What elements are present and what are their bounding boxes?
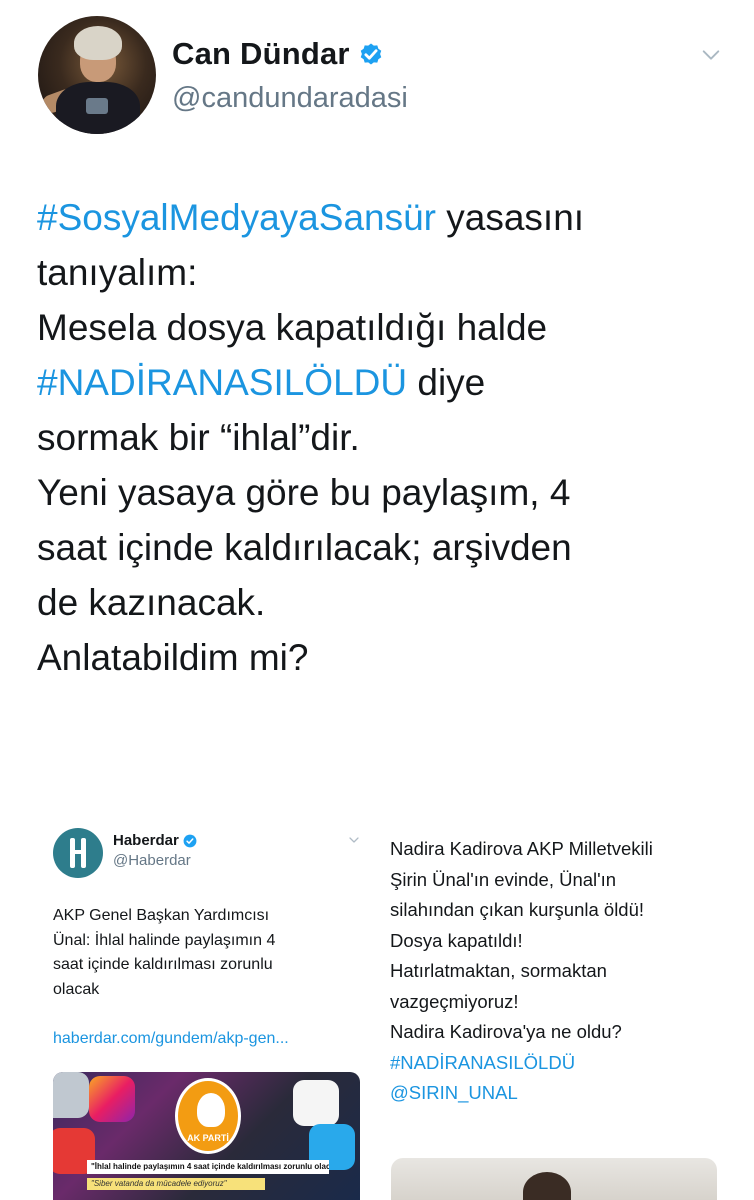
- tweet-text-segment: diye: [407, 362, 486, 403]
- right-card-text: Nadira Kadirova AKP Milletvekili Şirin Ü…: [390, 834, 715, 1109]
- embed-handle: @Haberdar: [113, 852, 191, 869]
- card-text-line: vazgeçmiyoruz!: [390, 990, 519, 1012]
- media-text-card[interactable]: Nadira Kadirova AKP Milletvekili Şirin Ü…: [383, 808, 718, 1200]
- tweet-text-line: sormak bir “ihlal”dir.: [37, 410, 727, 465]
- tweet-text-line: saat içinde kaldırılacak; arşivden: [37, 520, 727, 575]
- tweet-text-segment: Anlatabildim mi?: [37, 637, 309, 678]
- tweet-media-grid: Haberdar @Haberdar AKP Genel Başkan Yard…: [38, 808, 718, 1200]
- ak-parti-logo-label: AK PARTİ: [187, 1133, 229, 1143]
- embed-link: haberdar.com/gundem/akp-gen...: [53, 1030, 289, 1047]
- tweet-text-line: tanıyalım:: [37, 245, 727, 300]
- tweet-text-segment: sormak bir “ihlal”dir.: [37, 417, 360, 458]
- card-text-line: Hatırlatmaktan, sormaktan: [390, 960, 607, 981]
- verified-badge-icon: [183, 834, 197, 847]
- embed-text-line: saat içinde kaldırılması zorunlu: [53, 956, 273, 973]
- image-caption-banner: "İhlal halinde paylaşımın 4 saat içinde …: [87, 1160, 329, 1174]
- card-text-line: silahından çıkan kurşunla öldü!: [390, 899, 645, 920]
- card-text-line: Şirin Ünal'ın evinde, Ünal'ın: [390, 868, 617, 890]
- author-display-name[interactable]: Can Dündar: [172, 36, 350, 72]
- ak-parti-logo: AK PARTİ: [175, 1078, 241, 1154]
- author-avatar[interactable]: [38, 16, 156, 134]
- embed-display-name: Haberdar: [113, 832, 179, 849]
- image-caption-banner: "Siber vatanda da mücadele ediyoruz": [87, 1178, 265, 1190]
- embed-text-line: AKP Genel Başkan Yardımcısı: [53, 907, 270, 924]
- embed-news-image: AK PARTİ "İhlal halinde paylaşımın 4 saa…: [53, 1072, 360, 1200]
- author-handle[interactable]: @candundaradasi: [172, 82, 408, 115]
- tweet-text-line: de kazınacak.: [37, 575, 727, 630]
- embed-text-line: olacak: [53, 980, 100, 998]
- tweet-header: Can Dündar @candundaradasi: [38, 14, 728, 136]
- tweet-text-segment: de kazınacak.: [37, 582, 266, 623]
- lightbulb-icon: [197, 1093, 225, 1127]
- hashtag-link[interactable]: #NADİRANASILÖLDÜ: [37, 362, 407, 403]
- card-text-line: Nadira Kadirova AKP Milletvekili: [390, 838, 653, 859]
- embed-text-line: Ünal: İhlal halinde paylaşımın 4: [53, 931, 276, 949]
- tweet-text-line: Anlatabildim mi?: [37, 630, 727, 685]
- tweet-text-segment: tanıyalım:: [37, 252, 198, 293]
- tweet-text-segment: yasasını: [436, 197, 585, 238]
- author-name-row: Can Dündar: [172, 36, 385, 72]
- tweet-text-line: Mesela dosya kapatıldığı halde: [37, 300, 727, 355]
- hashtag-link[interactable]: #SosyalMedyayaSansür: [37, 197, 436, 238]
- card-hashtag: #NADİRANASILÖLDÜ: [390, 1051, 576, 1073]
- tweet-text-line: Yeni yasaya göre bu paylaşım, 4: [37, 465, 727, 520]
- tweet-text-line: #SosyalMedyayaSansür yasasını: [37, 190, 727, 245]
- card-text-line: Nadira Kadirova'ya ne oldu?: [390, 1021, 622, 1042]
- chevron-down-icon: [349, 837, 359, 843]
- embed-text: AKP Genel Başkan Yardımcısı Ünal: İhlal …: [53, 904, 363, 1002]
- card-mention: @SIRIN_UNAL: [390, 1082, 518, 1103]
- card-photo: [391, 1158, 717, 1200]
- chevron-down-icon[interactable]: [700, 44, 722, 66]
- tweet-text-segment: saat içinde kaldırılacak; arşivden: [37, 527, 572, 568]
- tweet-text-line: #NADİRANASILÖLDÜ diye: [37, 355, 727, 410]
- tweet-text-segment: Yeni yasaya göre bu paylaşım, 4: [37, 472, 571, 513]
- embed-name-row: Haberdar: [113, 832, 197, 849]
- media-embedded-tweet-screenshot[interactable]: Haberdar @Haberdar AKP Genel Başkan Yard…: [38, 808, 376, 1200]
- verified-badge-icon: [360, 43, 381, 65]
- tweet-text-segment: Mesela dosya kapatıldığı halde: [37, 307, 548, 348]
- card-text-line: Dosya kapatıldı!: [390, 929, 523, 951]
- embed-avatar: [53, 828, 103, 878]
- tweet-text: #SosyalMedyayaSansür yasasını tanıyalım: M…: [37, 190, 727, 685]
